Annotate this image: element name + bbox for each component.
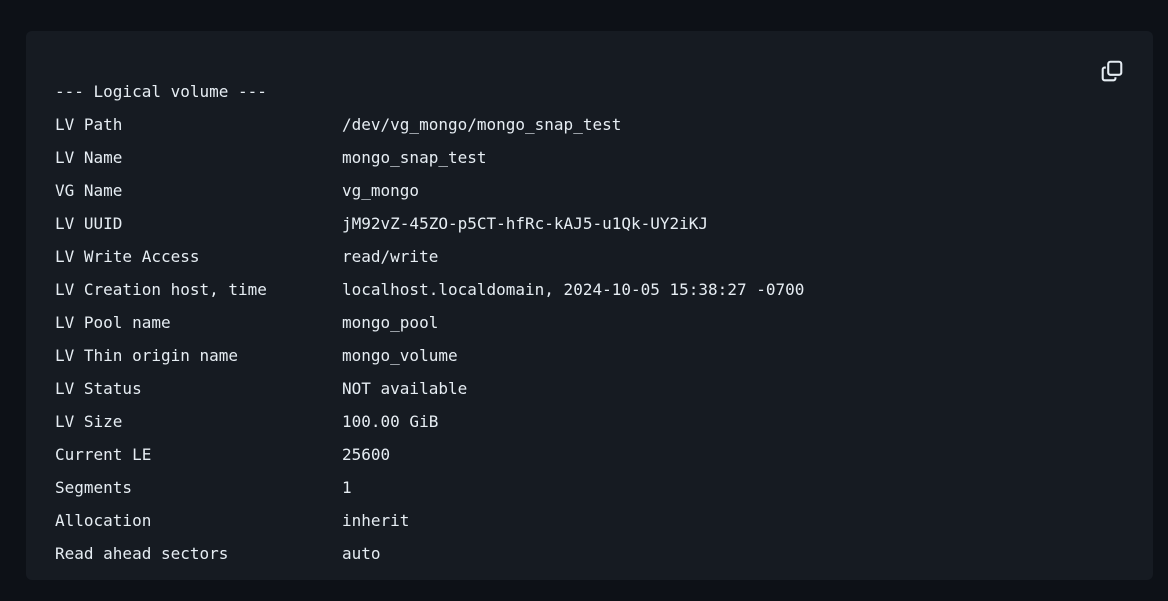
field-value: auto xyxy=(342,544,381,563)
code-line: LV Write Access read/write xyxy=(55,240,804,273)
code-line: LV Path/dev/vg_mongo/mongo_snap_test xyxy=(55,108,804,141)
field-value: /dev/vg_mongo/mongo_snap_test xyxy=(342,115,622,134)
code-line: LV Creation host, time localhost.localdom… xyxy=(55,273,804,306)
code-line: Segments 1 xyxy=(55,471,804,504)
field-label: Segments xyxy=(55,478,133,497)
code-line: LV Size 100.00 GiB xyxy=(55,405,804,438)
field-label: Allocation xyxy=(55,511,152,530)
field-value: read/write xyxy=(342,247,439,266)
field-label: Current LE xyxy=(55,445,152,464)
code-header: --- Logical volume --- xyxy=(55,82,267,101)
code-header-line: --- Logical volume --- xyxy=(55,75,804,108)
field-label: LV Path xyxy=(55,115,123,134)
field-value: jM92vZ-45ZO-p5CT-hfRc-kAJ5-u1Qk-UY2iKJ xyxy=(342,214,709,233)
code-line: LV Thin origin name mongo_volume xyxy=(55,339,804,372)
field-value: inherit xyxy=(342,511,410,530)
code-line: Allocation inherit xyxy=(55,504,804,537)
field-value: mongo_volume xyxy=(342,346,458,365)
field-label: LV UUID xyxy=(55,214,123,233)
code-line: LV Status NOT available xyxy=(55,372,804,405)
field-label: VG Name xyxy=(55,181,123,200)
field-label: LV Size xyxy=(55,412,123,431)
code-line: VG Name vg_mongo xyxy=(55,174,804,207)
field-label: LV Creation host, time xyxy=(55,280,267,299)
field-value: 100.00 GiB xyxy=(342,412,439,431)
field-label: LV Name xyxy=(55,148,123,167)
field-value: localhost.localdomain, 2024-10-05 15:38:… xyxy=(342,280,805,299)
code-line: LV Name mongo_snap_test xyxy=(55,141,804,174)
copy-icon xyxy=(1101,60,1123,82)
code-line: Read ahead sectors auto xyxy=(55,537,804,570)
code-text: --- Logical volume --- LV Path/dev/vg_mon… xyxy=(55,82,804,570)
field-value: 25600 xyxy=(342,445,391,464)
copy-button[interactable] xyxy=(1097,56,1127,86)
field-value: NOT available xyxy=(342,379,468,398)
field-label: Read ahead sectors xyxy=(55,544,229,563)
field-label: LV Write Access xyxy=(55,247,200,266)
field-label: LV Pool name xyxy=(55,313,171,332)
field-value: vg_mongo xyxy=(342,181,420,200)
code-line: LV Pool name mongo_pool xyxy=(55,306,804,339)
code-line: LV UUID jM92vZ-45ZO-p5CT-hfRc-kAJ5-u1Qk-U… xyxy=(55,207,804,240)
code-line: Current LE 25600 xyxy=(55,438,804,471)
field-value: mongo_snap_test xyxy=(342,148,487,167)
field-value: mongo_pool xyxy=(342,313,439,332)
field-value: 1 xyxy=(342,478,352,497)
field-label: LV Status xyxy=(55,379,142,398)
field-label: LV Thin origin name xyxy=(55,346,239,365)
